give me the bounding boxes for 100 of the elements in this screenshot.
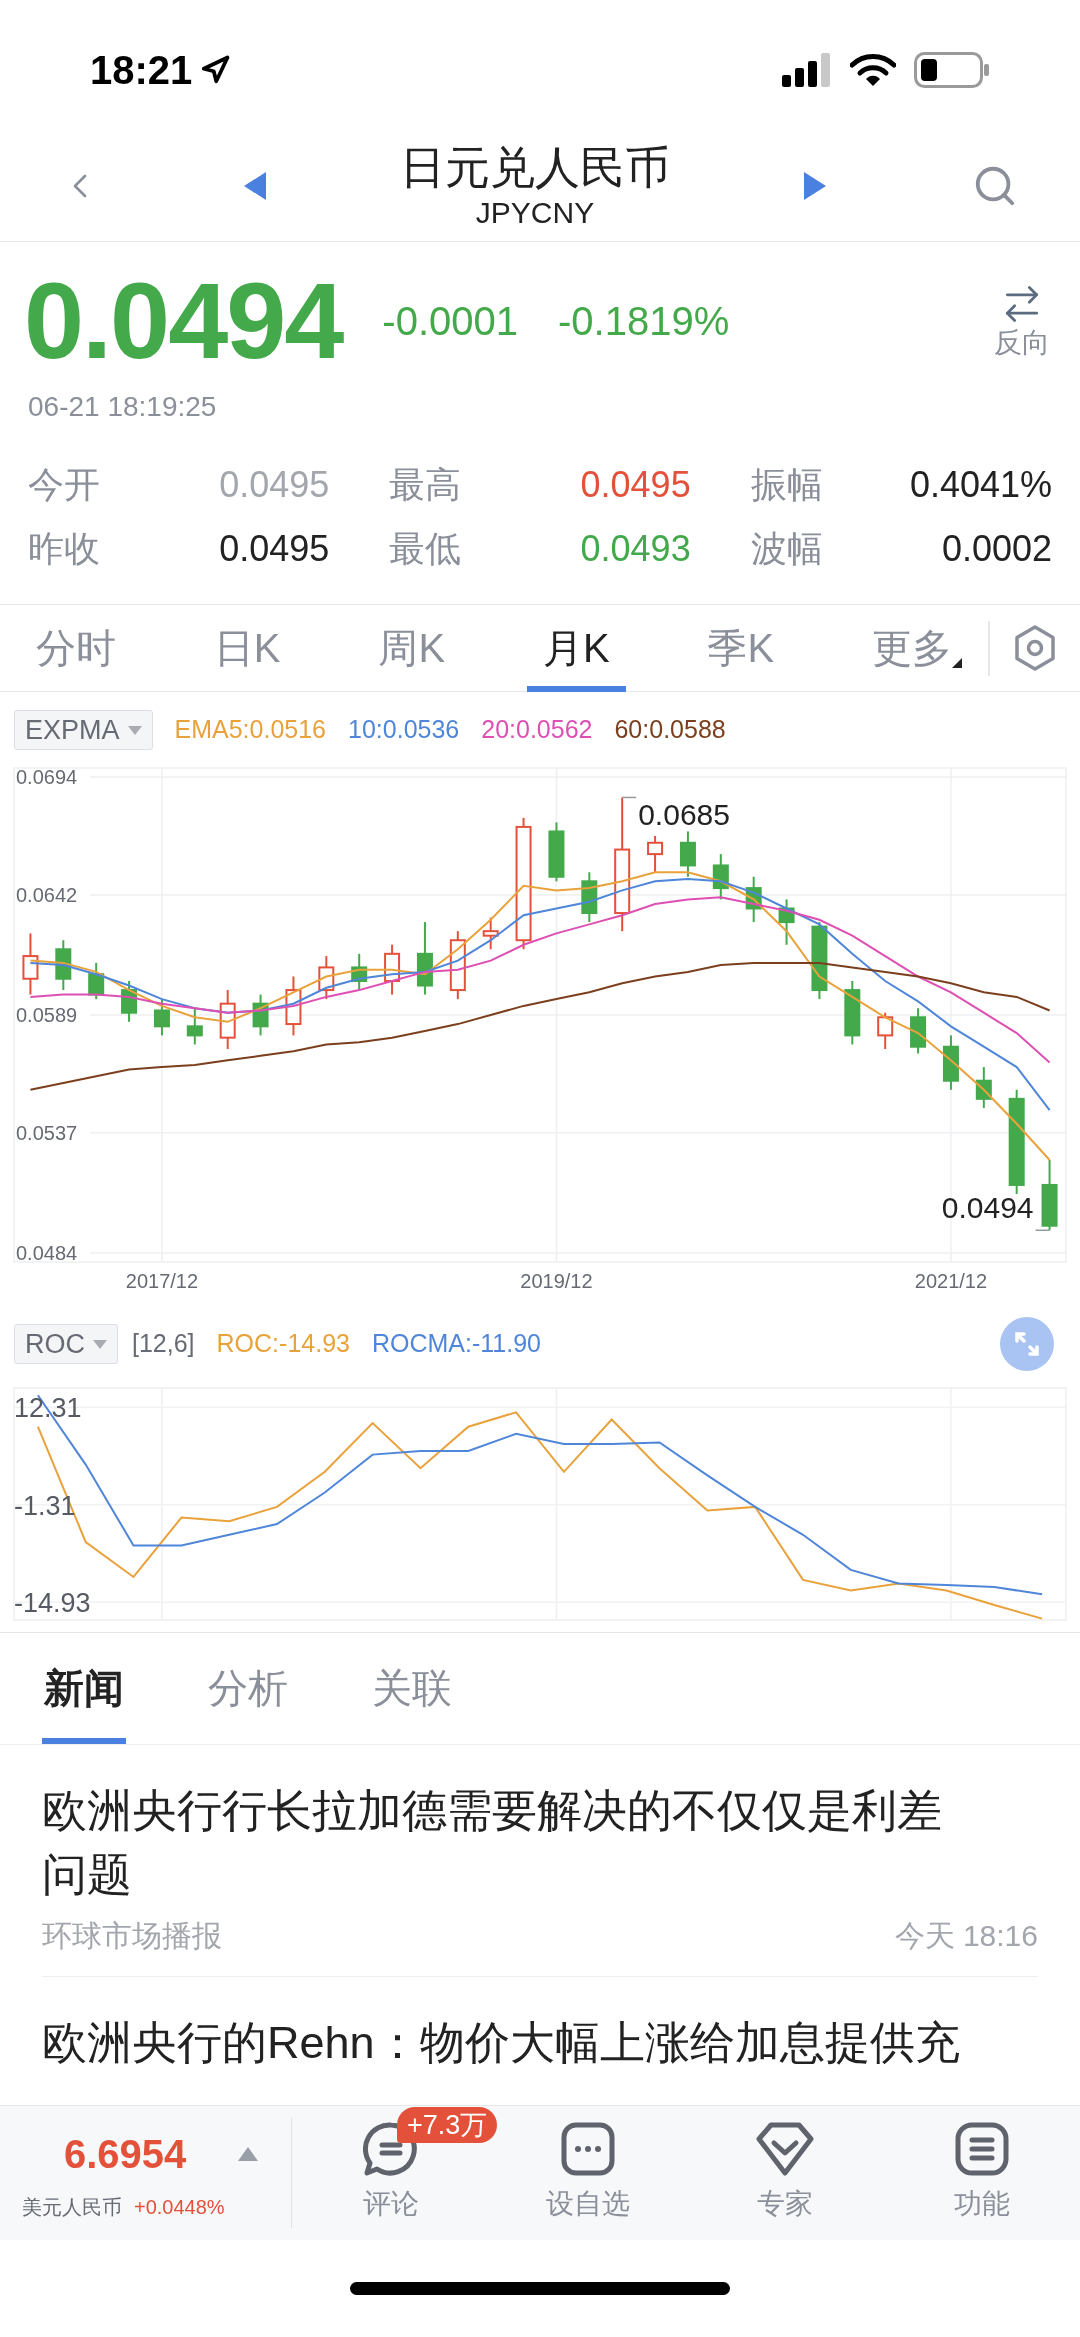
toolbar-button[interactable]: 专家 — [755, 2121, 814, 2225]
toolbar-button[interactable]: 功能 — [953, 2121, 1010, 2225]
news-tab[interactable]: 分析 — [206, 1633, 290, 1744]
stat-value: 0.0495 — [219, 527, 330, 571]
stat-label: 今开 — [28, 463, 100, 507]
signal-icon — [782, 53, 832, 87]
news-source: 环球市场播报 — [42, 1918, 222, 1954]
legend-text: ROCMA:-11.90 — [371, 1328, 541, 1360]
candlestick — [778, 898, 795, 946]
clock-time: 18:21 — [90, 47, 193, 94]
legend-text: 10:0.0536 — [348, 714, 460, 746]
count-badge: +7.3万 — [397, 2107, 498, 2143]
triangle-left-icon — [244, 171, 266, 200]
indicator-params: [12,6] — [132, 1328, 195, 1360]
triangle-right-icon — [804, 171, 826, 200]
price-change: -0.0001 — [382, 298, 518, 345]
candlestick — [482, 916, 499, 951]
news-headline[interactable]: 欧洲央行的Rehn：物价大幅上涨给加息提供充 — [42, 2011, 1038, 2075]
fullscreen-button[interactable] — [1000, 1317, 1054, 1371]
period-tab[interactable]: 分时 — [20, 604, 132, 692]
axis-label: 2019/12 — [520, 1270, 593, 1292]
caret-icon — [93, 1339, 107, 1349]
ticker-name: 美元人民币 — [22, 2195, 122, 2220]
stat-value: 0.0002 — [941, 527, 1052, 571]
legend-text: ROC:-14.93 — [216, 1328, 350, 1360]
ticker-price: 6.6954 — [64, 2131, 187, 2178]
toolbar-button[interactable]: 设自选 — [545, 2121, 630, 2225]
percent-change: -0.1819% — [558, 298, 730, 345]
candlestick — [910, 1007, 927, 1055]
news-headline[interactable]: 欧洲央行行长拉加德需要解决的不仅仅是利差问题 — [42, 1779, 982, 1907]
up-triangle-icon — [238, 2147, 259, 2161]
candlestick — [22, 932, 39, 996]
axis-label: 2017/12 — [125, 1270, 199, 1292]
leader-line — [621, 796, 637, 799]
period-tab[interactable]: 日K — [197, 604, 297, 692]
update-time: 06-21 18:19:25 — [27, 390, 217, 424]
stat-label: 昨收 — [28, 527, 100, 571]
stat-label: 波幅 — [750, 527, 823, 571]
candlestick — [548, 821, 565, 883]
stat-label: 最低 — [389, 527, 462, 571]
diamond-check-icon — [755, 2121, 814, 2177]
stat-label: 振幅 — [750, 463, 823, 507]
candlestick — [449, 930, 466, 1001]
news-tab[interactable]: 关联 — [370, 1633, 454, 1744]
battery-icon — [914, 52, 990, 88]
period-tab[interactable]: 季K — [691, 604, 791, 692]
axis-label: 2021/12 — [914, 1270, 988, 1292]
caret-icon — [127, 725, 142, 735]
ticker-widget[interactable]: 6.6954 美元人民币 +0.0448% — [0, 2118, 292, 2228]
price-annotation: 0.0494 — [941, 1191, 1034, 1225]
corner-triangle-icon — [951, 657, 962, 668]
candlestick — [942, 1034, 959, 1091]
candlestick — [219, 989, 236, 1050]
candlestick — [581, 871, 598, 924]
period-tab[interactable]: 周K — [362, 604, 462, 692]
candlestick — [318, 955, 335, 1001]
axis-label: 0.0537 — [16, 1121, 78, 1144]
legend-text: EMA5:0.0516 — [174, 714, 327, 746]
location-icon — [200, 55, 231, 85]
stat-value: 0.0495 — [219, 463, 330, 507]
wifi-icon — [850, 53, 896, 87]
ticker-change: +0.0448% — [134, 2195, 225, 2220]
candlestick — [121, 980, 138, 1023]
reverse-button[interactable]: 反向 — [994, 282, 1050, 360]
period-tab[interactable]: 月K — [526, 604, 626, 692]
candlestick — [88, 961, 105, 1001]
expand-icon — [1014, 1331, 1040, 1357]
candlestick — [186, 1007, 203, 1046]
stat-value: 0.4041% — [909, 463, 1052, 507]
page-title: 日元兑人民币 — [400, 140, 670, 195]
news-time: 今天 18:16 — [894, 1918, 1038, 1954]
candlestick — [55, 939, 72, 992]
more-menu-button[interactable]: 更多 — [855, 604, 968, 692]
stat-value: 0.0495 — [580, 463, 691, 507]
candlestick — [351, 952, 368, 992]
candlestick — [285, 975, 302, 1037]
candlestick — [679, 830, 696, 878]
list-square-icon — [953, 2121, 1010, 2177]
candlestick — [647, 835, 664, 874]
currency-code: JPYCNY — [475, 194, 595, 231]
axis-label: 0.0484 — [16, 1241, 78, 1264]
settings-icon — [1014, 625, 1056, 671]
indicator-dropdown[interactable]: ROC — [14, 1324, 118, 1364]
news-tab[interactable]: 新闻 — [42, 1633, 126, 1744]
current-price: 0.0494 — [24, 267, 343, 375]
indicator-dropdown[interactable]: EXPMA — [14, 710, 153, 750]
candlestick — [844, 980, 861, 1046]
candlestick — [745, 875, 762, 924]
axis-label: 0.0642 — [16, 883, 78, 906]
dots-square-icon — [559, 2121, 616, 2177]
axis-label: 0.0694 — [16, 766, 78, 789]
candlestick — [252, 993, 269, 1037]
price-annotation: 0.0685 — [638, 798, 730, 832]
candlestick — [712, 853, 729, 901]
candlestick — [877, 1011, 894, 1050]
candlestick — [975, 1066, 992, 1109]
candlestick — [153, 998, 170, 1037]
legend-text: 20:0.0562 — [481, 714, 593, 746]
axis-label: 0.0589 — [16, 1004, 78, 1026]
legend-text: 60:0.0588 — [614, 714, 726, 746]
